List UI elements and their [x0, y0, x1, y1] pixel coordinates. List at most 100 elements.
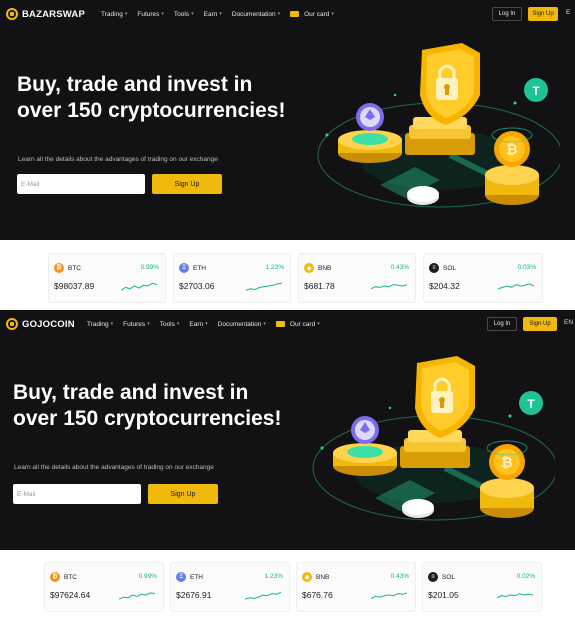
nav-tools[interactable]: Tools ▾: [174, 11, 194, 18]
chevron-down-icon: ▾: [277, 11, 281, 17]
ticker-coin: ≡ SOL: [428, 572, 455, 582]
ticker-card-eth[interactable]: Ξ ETH 1.23% $2676.91: [170, 562, 290, 612]
ticker-strip: ₿ BTC 0.99% $98037.89 Ξ ETH 1.23% $2703.06…: [0, 240, 575, 310]
hero-signup-button[interactable]: Sign Up: [148, 484, 218, 504]
ticker-card-btc[interactable]: ₿ BTC 0.99% $97624.64: [44, 562, 164, 612]
ticker-strip: ₿ BTC 0.99% $97624.64 Ξ ETH 1.23% $2676.91…: [0, 550, 575, 620]
sparkline-chart: [371, 592, 407, 599]
card-icon: [290, 11, 300, 17]
nav-label: Our card: [304, 10, 330, 18]
nav-our-card[interactable]: Our card ▾: [290, 11, 334, 18]
ticker-change: 0.03%: [517, 264, 536, 271]
chevron-down-icon: ▾: [147, 321, 150, 327]
sparkline-chart: [497, 593, 533, 599]
brand-name: GOJOCOIN: [22, 318, 75, 330]
nav-label: Futures: [123, 320, 146, 328]
language-selector[interactable]: EN: [564, 319, 573, 326]
signup-button-header[interactable]: Sign Up: [523, 317, 557, 331]
sparkline: [371, 284, 407, 290]
chevron-down-icon: ▾: [331, 11, 334, 17]
hero-subtitle: Learn all the details about the advantag…: [18, 156, 218, 163]
email-input[interactable]: [17, 174, 145, 194]
signup-button-header[interactable]: Sign Up: [528, 7, 558, 21]
nav-futures[interactable]: Futures ▾: [137, 11, 164, 18]
nav-label: Earn: [203, 10, 218, 18]
brand-logo[interactable]: GOJOCOIN: [6, 318, 75, 330]
brand-logo[interactable]: BAZARSWAP: [6, 8, 85, 20]
chevron-down-icon: ▾: [191, 11, 194, 17]
ticker-symbol: BNB: [318, 264, 332, 272]
ticker-card-sol[interactable]: ≡ SOL 0.03% $204.32: [423, 253, 543, 303]
card-icon: [275, 321, 285, 327]
gojocoin-page: GOJOCOIN Trading ▾ Futures ▾ Tools ▾ Earn ▾ …: [0, 310, 575, 620]
chevron-down-icon: ▾: [263, 321, 266, 327]
ticker-card-eth[interactable]: Ξ ETH 1.23% $2703.06: [173, 253, 291, 303]
language-selector[interactable]: E: [566, 9, 570, 16]
ticker-change: 1.23%: [264, 573, 283, 580]
nav-tools[interactable]: Tools ▾: [160, 321, 180, 328]
ticker-price: $2676.91: [176, 590, 212, 600]
ticker-price: $201.05: [428, 590, 459, 600]
nav-futures[interactable]: Futures ▾: [123, 321, 150, 328]
nav-trading[interactable]: Trading ▾: [87, 321, 113, 328]
ticker-card-sol[interactable]: ≡ SOL 0.02% $201.05: [422, 562, 542, 612]
ticker-card-bnb[interactable]: ◆ BNB 0.43% $681.78: [298, 253, 416, 303]
ticker-symbol: BTC: [64, 573, 77, 581]
login-label: Log In: [498, 11, 516, 17]
bnb-icon: ◆: [304, 263, 314, 273]
hero-subtitle: Learn all the details about the advantag…: [14, 464, 214, 471]
ticker-symbol: BNB: [316, 573, 330, 581]
hero-signup-button[interactable]: Sign Up: [152, 174, 222, 194]
sparkline-chart: [245, 591, 281, 600]
cta-label: Sign Up: [170, 490, 196, 498]
logo-icon: [6, 318, 18, 330]
cta-label: Sign Up: [174, 180, 200, 188]
email-input[interactable]: [13, 484, 141, 504]
nav-label: Our card: [289, 320, 316, 328]
ticker-symbol: ETH: [193, 264, 206, 272]
nav-label: Tools: [159, 320, 175, 328]
svg-text:₿: ₿: [501, 454, 512, 470]
signup-label: Sign Up: [532, 11, 554, 17]
nav-documentation[interactable]: Documentation ▾: [232, 11, 280, 18]
ethereum-icon: Ξ: [176, 572, 186, 582]
ticker-card-bnb[interactable]: ◆ BNB 0.43% $676.76: [296, 562, 416, 612]
ethereum-icon: Ξ: [179, 263, 189, 273]
chevron-down-icon: ▾: [110, 321, 114, 327]
nav-earn[interactable]: Earn ▾: [204, 11, 222, 18]
login-button[interactable]: Log In: [492, 7, 522, 21]
chevron-down-icon: ▾: [124, 11, 128, 17]
ticker-symbol: BTC: [68, 264, 81, 272]
nav-label: Trading: [101, 10, 123, 18]
bazarswap-page: BAZARSWAP Trading ▾ Futures ▾ Tools ▾ Earn ▾…: [0, 0, 575, 310]
solana-icon: ≡: [429, 263, 439, 273]
chevron-down-icon: ▾: [161, 11, 164, 17]
login-button[interactable]: Log In: [487, 317, 517, 331]
ticker-price: $676.76: [302, 590, 333, 600]
nav-our-card[interactable]: Our card ▾: [275, 320, 320, 328]
chevron-down-icon: ▾: [176, 321, 180, 327]
hero-section: GOJOCOIN Trading ▾ Futures ▾ Tools ▾ Earn ▾ …: [0, 310, 575, 550]
sparkline-chart: [119, 592, 155, 600]
bnb-icon: ◆: [302, 572, 312, 582]
nav-documentation[interactable]: Documentation ▾: [218, 321, 266, 328]
bitcoin-icon: ₿: [50, 572, 60, 582]
nav-earn[interactable]: Earn ▾: [189, 321, 207, 328]
svg-text:₿: ₿: [506, 141, 517, 157]
ticker-change: 0.02%: [516, 573, 535, 580]
nav-trading[interactable]: Trading ▾: [101, 11, 127, 18]
nav-label: Tools: [173, 10, 190, 18]
ticker-price: $2703.06: [179, 281, 215, 291]
ticker-card-btc[interactable]: ₿ BTC 0.99% $98037.89: [48, 253, 166, 303]
ticker-coin: ≡ SOL: [429, 263, 456, 273]
ticker-coin: ₿ BTC: [54, 263, 81, 273]
hero-headline: Buy, trade and invest in over 150 crypto…: [17, 73, 286, 122]
top-nav: BAZARSWAP Trading ▾ Futures ▾ Tools ▾ Earn ▾…: [0, 0, 575, 28]
sparkline-chart: [246, 282, 282, 291]
ticker-coin: ₿ BTC: [50, 572, 77, 582]
sparkline: [497, 593, 533, 599]
nav-label: Earn: [189, 320, 204, 328]
ticker-change: 0.99%: [138, 573, 157, 580]
sparkline: [498, 283, 534, 290]
sparkline: [245, 591, 281, 600]
